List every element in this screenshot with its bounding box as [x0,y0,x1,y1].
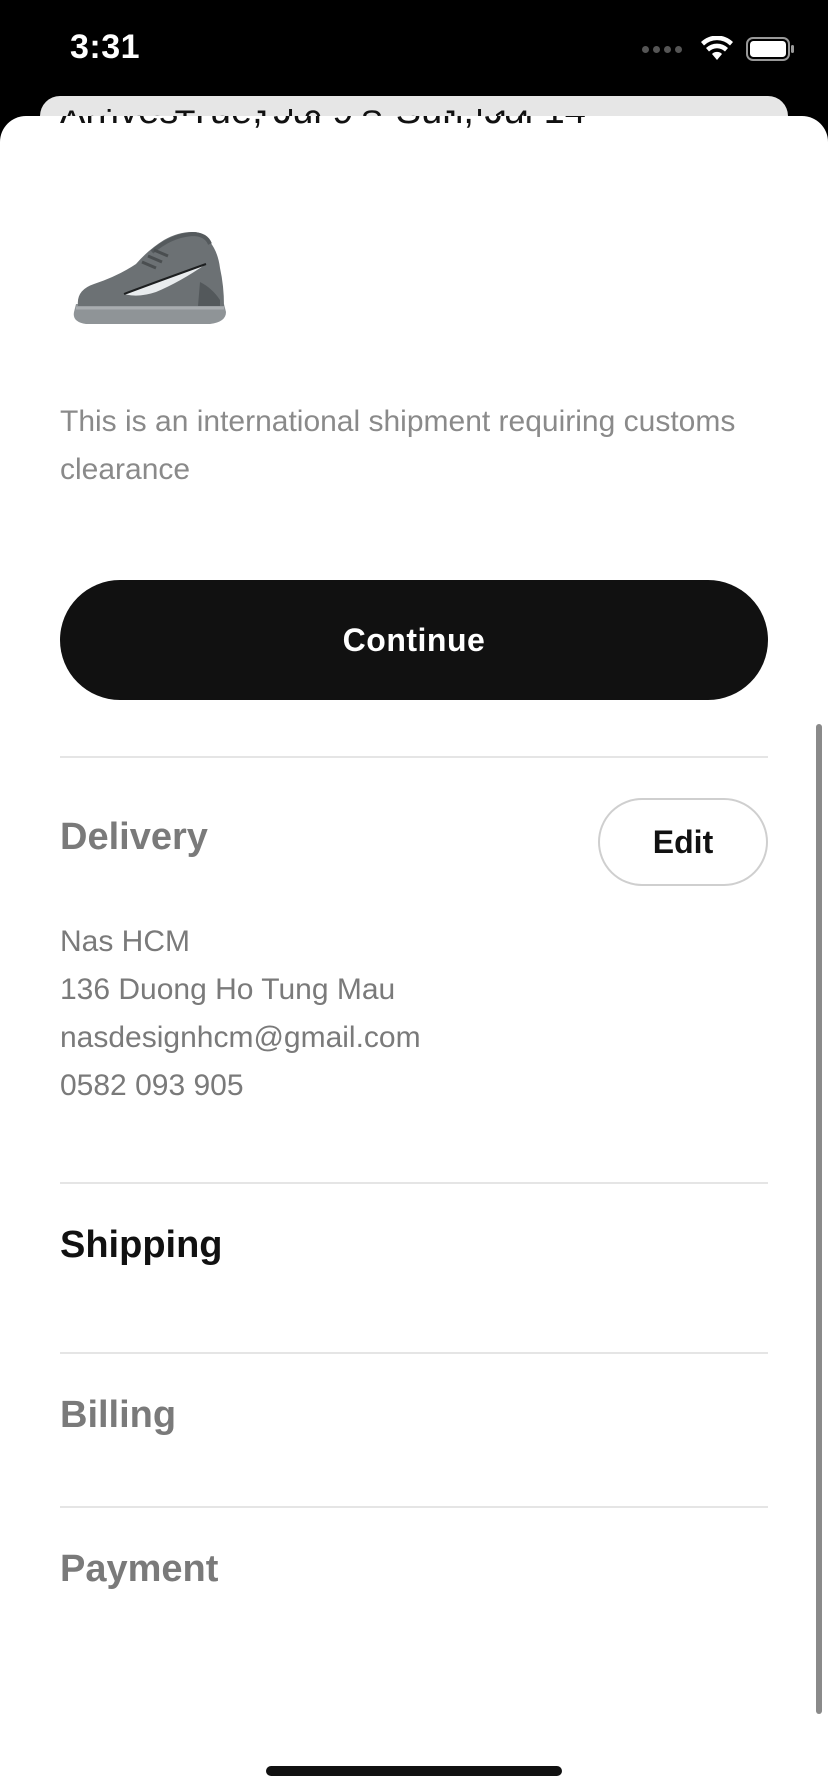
signal-dots-icon [642,45,682,53]
status-bar: 3:31 [0,0,828,96]
status-time: 3:31 [70,28,141,66]
divider [60,1506,768,1508]
phone-number: 0582 093 905 [60,1069,244,1102]
divider [60,1352,768,1354]
arrival-date-text: Arrives Tue, Jul 9 – Sun, Jul 14 [60,116,586,133]
divider [60,756,768,758]
checkout-sheet: Arrives Tue, Jul 9 – Sun, Jul 14 This is… [0,116,828,1792]
shipping-section-title[interactable]: Shipping [60,1224,223,1267]
battery-icon [746,37,794,61]
delivery-section-title: Delivery [60,816,208,858]
wifi-icon [701,36,733,60]
email-address: nasdesignhcm@gmail.com [60,1021,421,1054]
delivery-address: Nas HCM 136 Duong Ho Tung Mau nasdesignh… [60,918,421,1110]
status-icons [642,36,796,62]
payment-section-title[interactable]: Payment [60,1548,218,1591]
billing-section-title[interactable]: Billing [60,1394,176,1437]
customs-notice: This is an international shipment requir… [60,405,736,486]
recipient-name: Nas HCM [60,925,191,958]
street-address: 136 Duong Ho Tung Mau [60,973,396,1006]
home-indicator[interactable] [266,1766,562,1776]
continue-button[interactable]: Continue [60,580,768,700]
divider [60,1182,768,1184]
checkout-screen: 3:31 Arrives Tue, Jul 9 – Sun, Jul 14 Ar… [0,0,828,1792]
edit-delivery-button[interactable]: Edit [598,798,768,886]
scrollbar[interactable] [816,724,822,1714]
basketball-shoe-image [60,212,240,342]
